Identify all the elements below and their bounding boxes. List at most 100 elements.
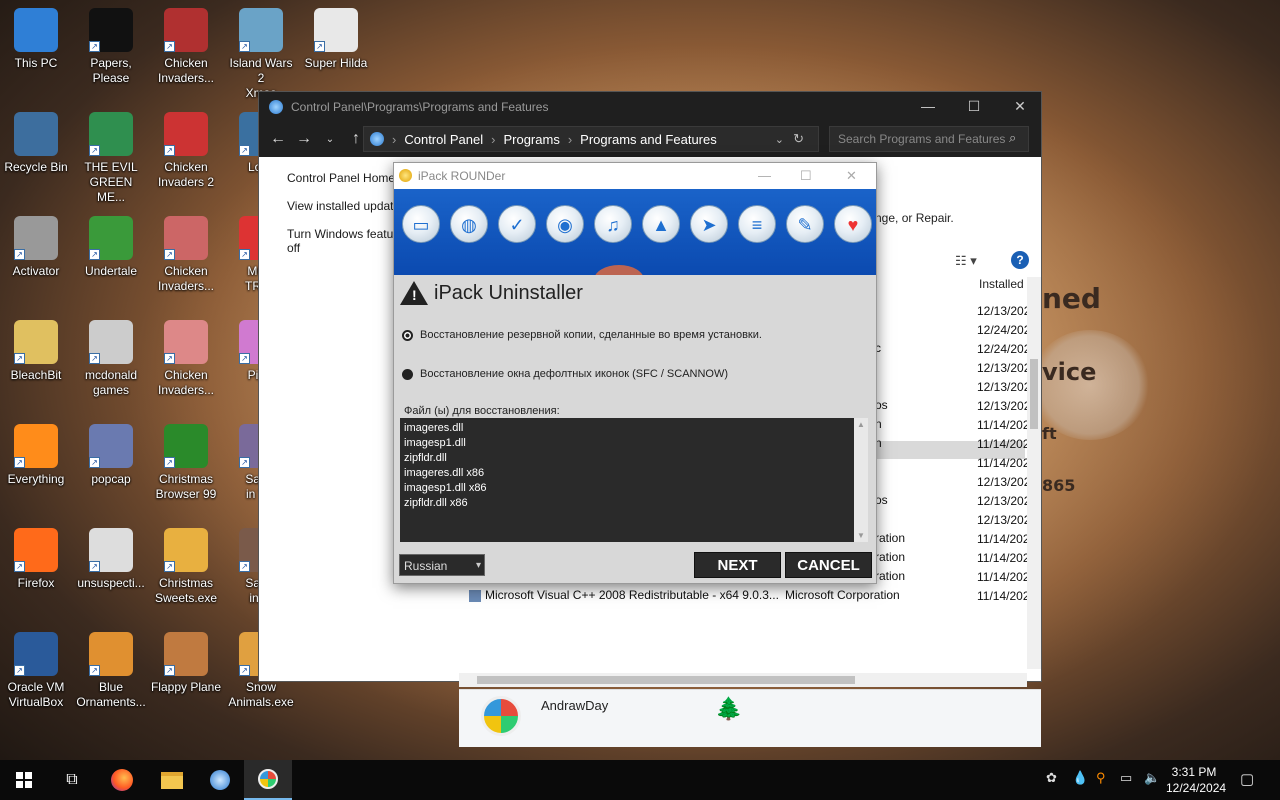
file-list-item[interactable]: imageres.dll (404, 421, 850, 436)
publisher-cell: ration (875, 550, 906, 564)
close-button[interactable]: ✕ (997, 92, 1043, 121)
desktop-icon-image: ↗ (14, 632, 58, 676)
desktop-icon[interactable]: ↗ Activator (0, 216, 72, 279)
start-button[interactable] (0, 760, 48, 800)
sidebar-link-windows-features[interactable]: Turn Windows featu (287, 227, 395, 241)
files-scrollbar[interactable]: ▲ ▼ (854, 418, 868, 542)
people-icon[interactable]: ✿ (1046, 770, 1057, 786)
ipack-close-button[interactable]: ✕ (846, 163, 857, 189)
cancel-button[interactable]: CANCEL (785, 552, 872, 578)
scrollbar-thumb[interactable] (1030, 359, 1038, 429)
desktop-icon[interactable]: ↗ Chicken Invaders 2 (150, 112, 222, 190)
desktop-icon[interactable]: ↗ mcdonald games (75, 320, 147, 398)
ipack-titlebar[interactable]: iPack ROUNDer — ☐ ✕ (394, 163, 876, 189)
breadcrumb-programs[interactable]: Programs (503, 132, 559, 147)
breadcrumb-control-panel[interactable]: Control Panel (404, 132, 483, 147)
desktop-icon[interactable]: ↗ Undertale (75, 216, 147, 279)
view-options-icon[interactable]: ☷ ▾ (955, 253, 977, 269)
radio-restore-default-icons[interactable]: Восстановление окна дефолтных иконок (SF… (402, 368, 728, 380)
document-icon: ≡ (738, 205, 776, 243)
desktop-icon-image: ↗ (14, 424, 58, 468)
desktop-icon-label: popcap (91, 472, 131, 486)
desktop-icon[interactable]: ↗ Chicken Invaders... (150, 216, 222, 294)
dropdown-chevron-icon[interactable]: ⌄ (775, 133, 784, 146)
file-list-item[interactable]: imagesp1.dll (404, 436, 850, 451)
program-name: Microsoft Visual C++ 2008 Redistributabl… (485, 588, 779, 602)
vertical-scrollbar[interactable] (1027, 277, 1041, 669)
shortcut-arrow-icon: ↗ (164, 249, 175, 260)
desktop-icon[interactable]: ↗Island Wars 2 Xmas (225, 8, 297, 101)
search-everything-icon[interactable]: ⚲ (1096, 770, 1106, 786)
desktop-icon[interactable]: ↗ THE EVIL GREEN ME... (75, 112, 147, 205)
sidebar-link-installed-updates[interactable]: View installed updat (287, 199, 395, 213)
chevron-right-icon: › (567, 131, 573, 147)
back-arrow-icon[interactable]: ← (265, 130, 291, 148)
search-input[interactable]: Search Programs and Features (829, 126, 1029, 152)
file-list-item[interactable]: imagesp1.dll x86 (404, 481, 850, 496)
desktop-icon[interactable]: ↗ Christmas Sweets.exe (150, 528, 222, 606)
volume-icon[interactable]: 🔈 (1144, 770, 1160, 786)
sidebar-link-windows-features-cont[interactable]: off (287, 241, 395, 255)
desktop-icon[interactable]: ↗ Super Hilda (300, 8, 372, 71)
table-row[interactable]: Microsoft Visual C++ 2008 Redistributabl… (469, 588, 779, 602)
ipack-maximize-button[interactable]: ☐ (800, 163, 812, 189)
file-list-item[interactable]: zipfldr.dll x86 (404, 496, 850, 511)
minimize-button[interactable]: — (905, 92, 951, 121)
recent-locations-icon[interactable]: ⌄ (317, 134, 343, 145)
scrollbar-thumb[interactable] (477, 676, 855, 684)
desktop-icon[interactable]: ↗ Blue Ornaments... (75, 632, 147, 710)
globe-icon: ◍ (450, 205, 488, 243)
help-icon[interactable]: ? (1011, 251, 1029, 269)
desktop-icon[interactable]: ↗ Chicken Invaders... (150, 8, 222, 86)
radio-unselected-icon[interactable] (402, 368, 413, 380)
address-bar[interactable]: › Control Panel › Programs › Programs an… (363, 126, 819, 152)
taskbar-file-explorer[interactable] (148, 760, 196, 800)
control-panel-titlebar[interactable]: Control Panel\Programs\Programs and Feat… (259, 92, 1041, 121)
desktop-icon-image: ↗ (89, 424, 133, 468)
taskbar-firefox[interactable] (98, 760, 146, 800)
radio-restore-backup[interactable]: Восстановление резервной копии, сделанны… (402, 329, 762, 341)
desktop-icon[interactable]: Recycle Bin (0, 112, 72, 175)
maximize-button[interactable]: ☐ (951, 92, 997, 121)
scroll-down-icon[interactable]: ▼ (857, 531, 865, 540)
refresh-icon[interactable]: ↻ (793, 131, 804, 147)
desktop-icon-image: ↗ (314, 8, 358, 52)
shortcut-arrow-icon: ↗ (164, 353, 175, 364)
column-header-installed[interactable]: Installed (979, 277, 1024, 291)
radio-selected-icon[interactable] (402, 329, 413, 341)
taskbar-ipack[interactable] (244, 760, 292, 800)
desktop-icon[interactable]: ↗ popcap (75, 424, 147, 487)
next-button[interactable]: NEXT (694, 552, 781, 578)
task-view-icon[interactable]: ⧉ (48, 760, 96, 800)
forward-arrow-icon[interactable]: → (291, 130, 317, 148)
desktop-icon[interactable]: ↗ Flappy Plane (150, 632, 222, 695)
desktop-icon[interactable]: ↗ Christmas Browser 99 (150, 424, 222, 502)
shortcut-arrow-icon: ↗ (14, 457, 25, 468)
horizontal-scrollbar[interactable] (459, 673, 1027, 687)
desktop-icon[interactable]: ↗ Chicken Invaders... (150, 320, 222, 398)
desktop-icon[interactable]: ↗ Papers, Please (75, 8, 147, 86)
desktop-icon[interactable]: This PC (0, 8, 72, 71)
language-select[interactable]: Russian ▾ (399, 554, 485, 576)
sidebar-link-home[interactable]: Control Panel Home (287, 171, 395, 185)
clock[interactable]: 3:31 PM 12/24/2024 (1166, 764, 1226, 796)
desktop-icon[interactable]: ↗ BleachBit (0, 320, 72, 383)
scroll-up-icon[interactable]: ▲ (857, 420, 865, 429)
desktop-icon[interactable]: ↗ Firefox (0, 528, 72, 591)
taskbar-control-panel[interactable] (196, 760, 244, 800)
network-icon[interactable]: ▭ (1120, 770, 1132, 786)
desktop-icon[interactable]: ↗ Everything (0, 424, 72, 487)
files-list[interactable]: imageres.dll imagesp1.dll zipfldr.dll image… (400, 418, 854, 542)
control-panel-icon (269, 99, 283, 114)
program-icon (469, 589, 481, 602)
ipack-minimize-button[interactable]: — (758, 163, 771, 189)
droplet-icon[interactable]: 💧 (1072, 770, 1088, 786)
notification-icon[interactable]: ▢ (1240, 770, 1254, 788)
file-list-item[interactable]: zipfldr.dll (404, 451, 850, 466)
breadcrumb-programs-and-features[interactable]: Programs and Features (580, 132, 717, 147)
installed-date-cell: 12/13/202 (977, 399, 1031, 413)
desktop-icon[interactable]: ↗ Oracle VM VirtualBox (0, 632, 72, 710)
file-list-item[interactable]: imageres.dll x86 (404, 466, 850, 481)
desktop-icon[interactable]: ↗ unsuspecti... (75, 528, 147, 591)
desktop-icon-image (14, 8, 58, 52)
